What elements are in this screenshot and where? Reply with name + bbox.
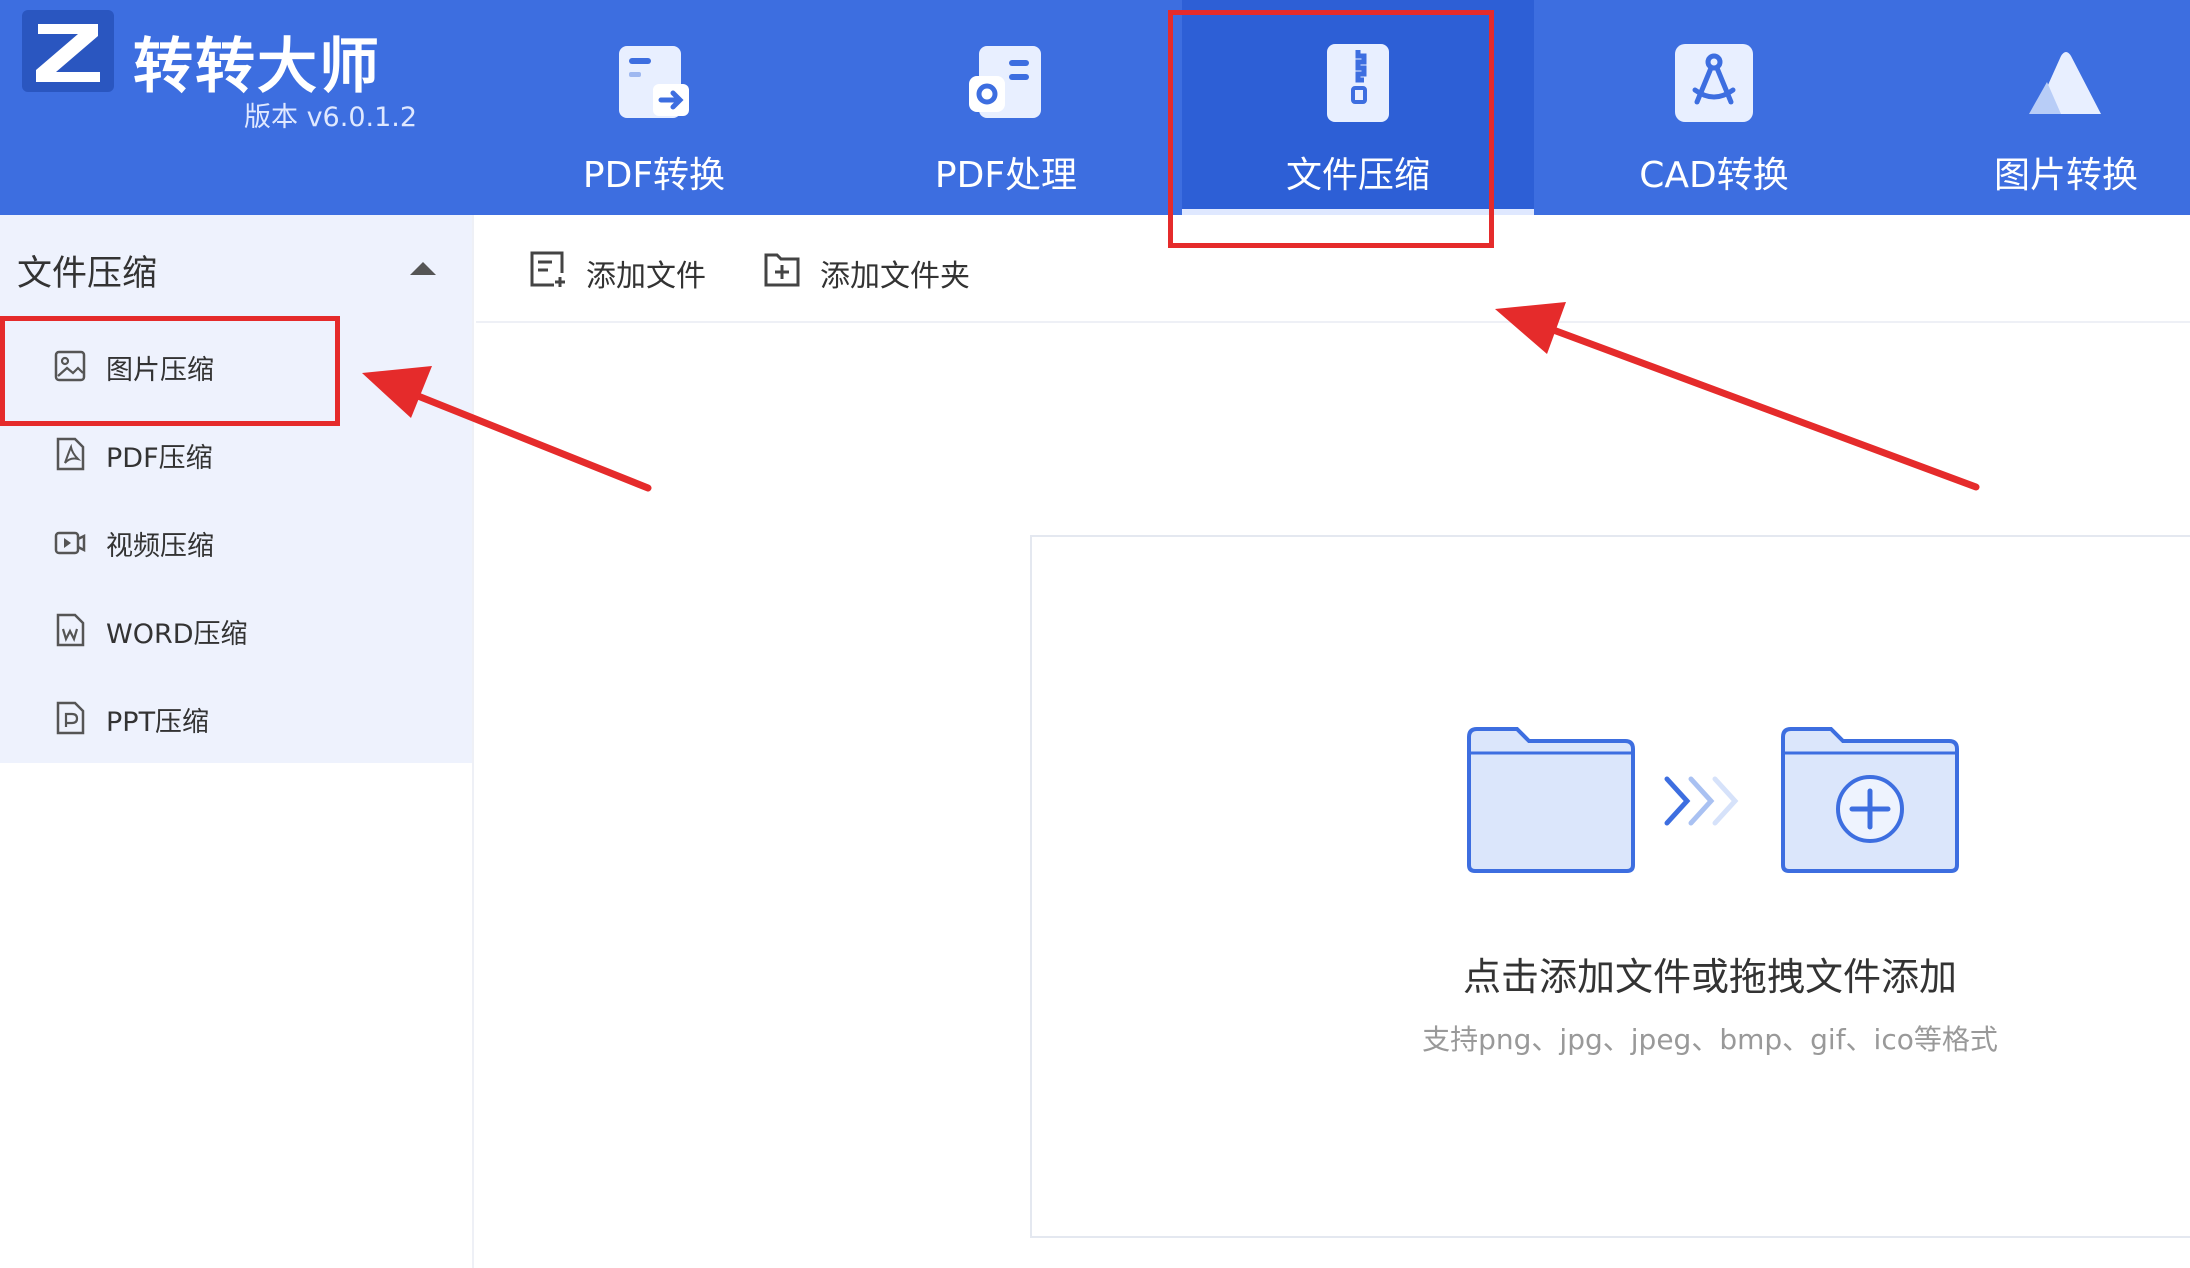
sidebar-item-label: PDF压缩	[106, 443, 213, 474]
annotation-box-sidebar-item	[0, 316, 340, 426]
sidebar-item-label: PPT压缩	[106, 707, 210, 738]
sidebar-item-word-compress[interactable]: WORD压缩	[0, 585, 472, 673]
ppt-file-icon	[56, 701, 85, 735]
add-file-icon	[530, 251, 565, 287]
caret-up-icon[interactable]	[410, 262, 436, 275]
app-logo	[22, 10, 114, 92]
sidebar-item-video-compress[interactable]: 视频压缩	[0, 497, 472, 585]
sidebar-panel: 文件压缩 图片压缩 PDF压缩 视频压缩 WORD压缩 PPT压缩	[0, 215, 472, 763]
pdf-file-icon	[56, 437, 85, 471]
file-drop-zone[interactable]	[1030, 535, 2190, 1238]
pdf-process-icon	[969, 46, 1041, 118]
video-icon	[54, 531, 86, 555]
drop-illustration	[1467, 727, 1959, 873]
cad-compass-icon	[1675, 44, 1753, 122]
annotation-arrow-tab	[1495, 302, 1980, 491]
word-file-icon	[56, 613, 85, 647]
add-folder-icon	[764, 253, 800, 287]
tab-label: PDF处理	[934, 155, 1078, 196]
annotation-box-tab	[1168, 10, 1494, 248]
drop-zone-subtitle: 支持png、jpg、jpeg、bmp、gif、ico等格式	[1422, 1023, 1998, 1056]
add-folder-button[interactable]: 添加文件夹	[762, 243, 1002, 294]
sidebar-item-ppt-compress[interactable]: PPT压缩	[0, 673, 472, 761]
add-file-button[interactable]: 添加文件	[528, 243, 728, 294]
sidebar-item-label: WORD压缩	[106, 619, 248, 650]
folder-icon	[1467, 727, 1635, 873]
tab-label: CAD转换	[1639, 155, 1789, 196]
tab-pdf-convert[interactable]: PDF转换	[478, 0, 830, 215]
tab-image-convert[interactable]: 图片转换	[1890, 0, 2190, 215]
add-file-label: 添加文件	[586, 259, 706, 294]
top-navigation-bar: 转转大师 版本 v6.0.1.2 PDF转换 PDF处理 文件压缩 CAD转换 …	[0, 0, 2190, 215]
app-version: 版本 v6.0.1.2	[244, 102, 418, 133]
app-title: 转转大师	[133, 32, 381, 102]
tab-label: 图片转换	[1993, 155, 2138, 196]
drop-zone-title: 点击添加文件或拖拽文件添加	[1462, 955, 1957, 999]
tab-cad-convert[interactable]: CAD转换	[1538, 0, 1890, 215]
sidebar-item-label: 视频压缩	[106, 531, 214, 562]
chevrons-right-icon	[1664, 776, 1739, 826]
tab-pdf-process[interactable]: PDF处理	[830, 0, 1182, 215]
pdf-convert-icon	[619, 46, 689, 118]
add-folder-icon	[1781, 727, 1959, 873]
mountain-image-icon	[2029, 52, 2101, 114]
tab-label: PDF转换	[582, 155, 726, 196]
add-folder-label: 添加文件夹	[820, 259, 970, 294]
sidebar-section-title[interactable]: 文件压缩	[17, 245, 157, 296]
